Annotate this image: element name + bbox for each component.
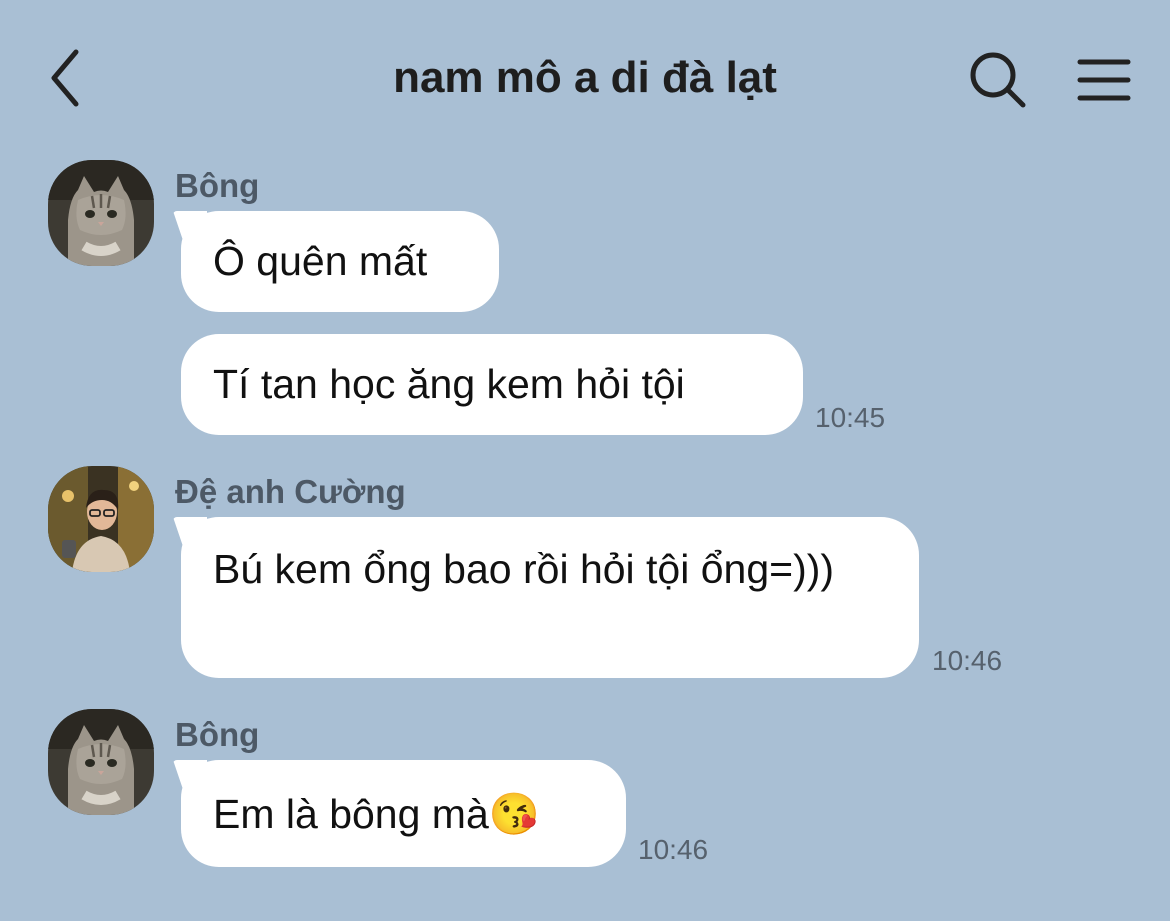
message-text: Ô quên mất: [213, 238, 428, 284]
hamburger-menu-icon: [1077, 59, 1131, 101]
chevron-left-icon: [51, 49, 79, 107]
cat-avatar[interactable]: [48, 709, 154, 815]
back-button[interactable]: [36, 40, 96, 116]
message-bubble[interactable]: Bú kem ổng bao rồi hỏi tội ổng=))): [181, 517, 919, 678]
message-text: Bú kem ổng bao rồi hỏi tội ổng=))): [213, 546, 835, 592]
message-bubble[interactable]: Tí tan học ăng kem hỏi tội: [181, 334, 803, 435]
message-timestamp: 10:46: [932, 645, 1003, 676]
message-text: Tí tan học ăng kem hỏi tội: [213, 361, 685, 407]
chat-title: nam mô a di đà lạt: [393, 53, 777, 102]
chat-header: nam mô a di đà lạt: [0, 0, 1170, 150]
message-timestamp: 10:46: [638, 834, 709, 865]
sender-name: Đệ anh Cường: [175, 473, 406, 510]
sender-name: Bông: [175, 167, 260, 204]
search-button[interactable]: [962, 44, 1034, 116]
message-timestamp: 10:45: [815, 402, 886, 433]
menu-button[interactable]: [1068, 44, 1140, 116]
message-bubble[interactable]: Em là bông mà😘: [181, 760, 626, 867]
search-icon: [970, 52, 1026, 108]
cat-avatar[interactable]: [48, 160, 154, 266]
message-bubble[interactable]: Ô quên mất: [181, 211, 499, 312]
message-text: Em là bông mà😘: [213, 791, 540, 837]
person-avatar[interactable]: [48, 466, 154, 572]
sender-name: Bông: [175, 716, 260, 753]
